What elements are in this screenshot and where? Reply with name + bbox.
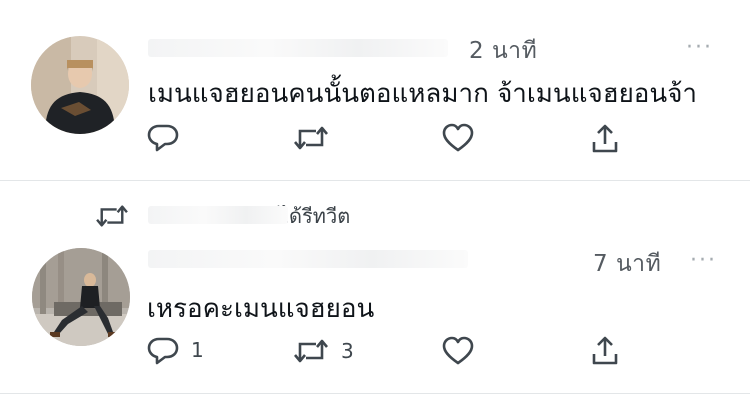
- tweet[interactable]: 2 นาที ··· เมนแจฮยอนคนนั้นตอแหลมาก จ้าเม…: [0, 0, 750, 178]
- retweet-label: ได้รีทวีต: [279, 204, 351, 228]
- share-button[interactable]: [591, 122, 619, 154]
- divider: [0, 393, 750, 394]
- tweet-header: [148, 33, 448, 63]
- share-icon: [592, 124, 618, 153]
- divider: [0, 180, 750, 181]
- retweet-icon: [294, 126, 328, 150]
- like-icon: [442, 123, 474, 152]
- retweet-icon: [294, 339, 328, 363]
- retweet-button[interactable]: 3: [293, 336, 354, 366]
- reply-button[interactable]: 1: [147, 335, 204, 365]
- retweet-button[interactable]: [293, 123, 341, 153]
- timestamp: 2 นาที: [469, 38, 538, 64]
- retweet-icon: [96, 205, 128, 227]
- like-button[interactable]: [442, 336, 486, 366]
- tweet-text: เมนแจฮยอนคนนั้นตอแหลมาก จ้าเมนแจฮยอนจ้า: [148, 79, 698, 109]
- more-icon[interactable]: ···: [690, 248, 717, 273]
- like-button[interactable]: [442, 123, 486, 153]
- timestamp: 7 นาที: [593, 251, 662, 277]
- share-icon: [592, 336, 618, 365]
- redacted-handle: [148, 250, 468, 268]
- reply-icon: [147, 337, 179, 365]
- redacted-name: [148, 39, 448, 57]
- reply-count: 1: [191, 338, 204, 362]
- share-button[interactable]: [591, 334, 619, 366]
- reply-icon: [147, 124, 179, 152]
- retweet-count: 3: [341, 339, 354, 363]
- like-icon: [442, 336, 474, 365]
- reply-button[interactable]: [147, 122, 191, 152]
- tweet-text: เหรอคะเมนแจฮยอน: [147, 294, 375, 324]
- more-icon[interactable]: ···: [686, 35, 713, 60]
- avatar[interactable]: [32, 248, 130, 346]
- redacted-name: [148, 206, 288, 224]
- avatar[interactable]: [31, 36, 129, 134]
